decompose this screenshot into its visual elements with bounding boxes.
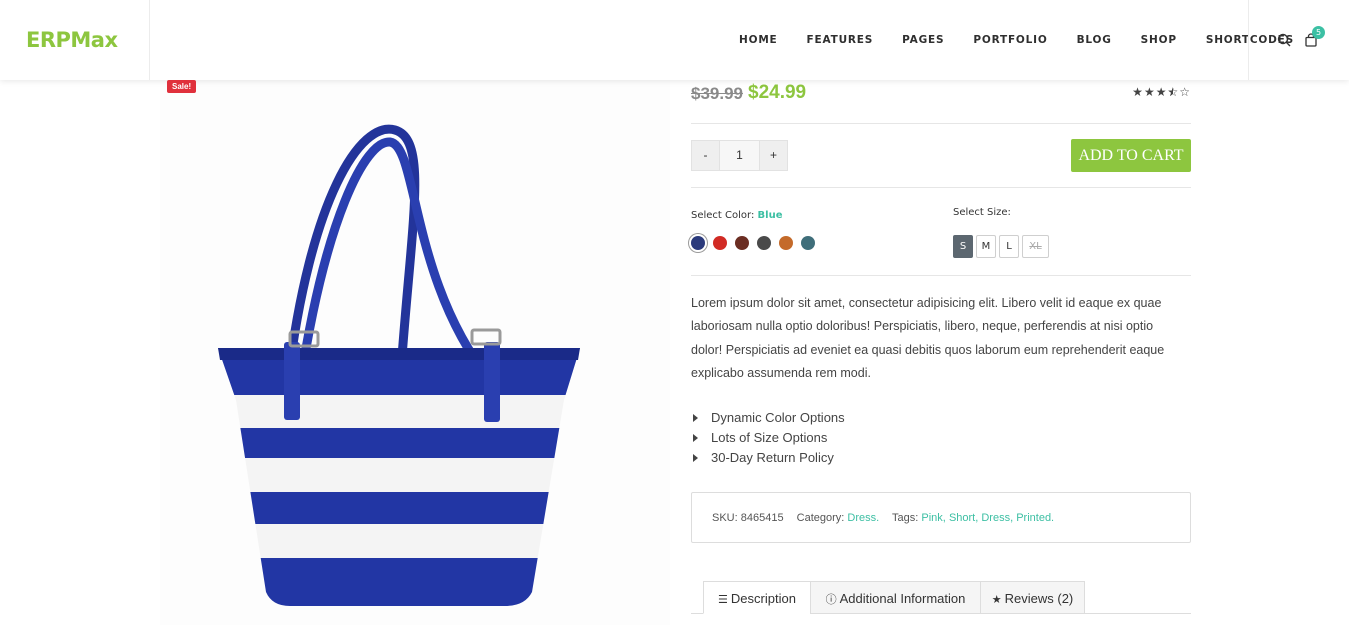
feature-text: 30-Day Return Policy xyxy=(711,450,834,465)
options-row: Select Color: Blue Select Size: S M L XL xyxy=(691,189,1191,276)
size-options: S M L XL xyxy=(953,235,1049,258)
color-swatch-blue[interactable] xyxy=(691,236,705,250)
color-swatch-teal[interactable] xyxy=(801,236,815,250)
old-price: $39.99 xyxy=(691,84,743,103)
price-row: $39.99 $24.99 ★★★☆★☆ xyxy=(691,82,1191,124)
color-swatch-brown[interactable] xyxy=(735,236,749,250)
tag-link-dress[interactable]: Dress, xyxy=(981,512,1013,524)
product-image[interactable] xyxy=(160,80,670,625)
star-icon: ★ xyxy=(1132,85,1144,99)
size-option-s[interactable]: S xyxy=(953,235,973,258)
add-to-cart-button[interactable]: ADD TO CART xyxy=(1071,139,1191,172)
color-swatch-gray[interactable] xyxy=(757,236,771,250)
star-icon: ★ xyxy=(991,594,1002,606)
caret-right-icon xyxy=(693,454,698,462)
tab-label: Reviews (2) xyxy=(1004,591,1074,606)
caret-right-icon xyxy=(693,434,698,442)
nav-item-pages[interactable]: PAGES xyxy=(902,34,944,46)
nav-item-features[interactable]: FEATURES xyxy=(807,34,874,46)
color-label-text: Select Color: xyxy=(691,210,755,221)
size-option-l[interactable]: L xyxy=(999,235,1019,258)
rating-stars: ★★★☆★☆ xyxy=(1132,85,1191,99)
quantity-input[interactable]: 1 xyxy=(720,140,759,171)
color-swatch-orange[interactable] xyxy=(779,236,793,250)
nav-item-home[interactable]: HOME xyxy=(739,34,778,46)
category-link[interactable]: Dress. xyxy=(847,512,879,524)
info-icon: ⓘ xyxy=(825,594,837,606)
search-icon[interactable] xyxy=(1277,33,1291,47)
product-meta-line: SKU: 8465415 Category: Dress. Tags: Pink… xyxy=(712,512,1054,524)
nav-item-portfolio[interactable]: PORTFOLIO xyxy=(973,34,1047,46)
color-label: Select Color: Blue xyxy=(691,210,782,221)
sale-price: $24.99 xyxy=(748,82,807,103)
sku-value: 8465415 xyxy=(740,512,784,524)
list-item: Lots of Size Options xyxy=(693,428,845,448)
star-icon: ★ xyxy=(1143,85,1156,99)
product-description: Lorem ipsum dolor sit amet, consectetur … xyxy=(691,296,1165,380)
caret-right-icon xyxy=(693,414,698,422)
tote-bag-image xyxy=(218,124,580,606)
size-label: Select Size: xyxy=(953,207,1011,218)
cart-count-badge: 5 xyxy=(1312,26,1325,39)
tab-reviews[interactable]: ★ Reviews (2) xyxy=(980,581,1085,614)
product-meta: SKU: 8465415 Category: Dress. Tags: Pink… xyxy=(691,492,1191,543)
list-icon: ☰ xyxy=(718,594,728,606)
tag-link-short[interactable]: Short, xyxy=(949,512,978,524)
tab-label: Description xyxy=(730,591,796,606)
nav-item-shop[interactable]: SHOP xyxy=(1141,34,1177,46)
category-label: Category: xyxy=(796,512,845,524)
sku-label: SKU: xyxy=(712,512,738,524)
tags-label: Tags: xyxy=(892,512,919,524)
logo-container: ERPMax xyxy=(0,0,150,80)
tag-link-printed[interactable]: Printed. xyxy=(1016,512,1054,524)
qty-minus-button[interactable]: - xyxy=(691,140,720,171)
main-nav: HOME FEATURES PAGES PORTFOLIO BLOG SHOP … xyxy=(739,34,1294,46)
sale-badge: Sale! xyxy=(167,80,197,93)
quantity-stepper: - 1 + xyxy=(691,140,788,171)
purchase-row: - 1 + ADD TO CART xyxy=(691,124,1191,188)
star-icon: ★ xyxy=(1155,85,1168,99)
site-header: ERPMax HOME FEATURES PAGES PORTFOLIO BLO… xyxy=(0,0,1349,80)
tag-link-pink[interactable]: Pink, xyxy=(921,512,945,524)
site-logo[interactable]: ERPMax xyxy=(26,28,118,52)
star-empty-icon: ☆ xyxy=(1179,85,1191,99)
qty-plus-button[interactable]: + xyxy=(759,140,788,171)
tab-description[interactable]: ☰ Description xyxy=(703,581,811,614)
size-option-m[interactable]: M xyxy=(976,235,996,258)
product-tabs: ☰ Description ⓘ Additional Information ★ Re… xyxy=(691,580,1191,614)
star-half-icon: ☆★ xyxy=(1167,85,1180,99)
tab-additional-information[interactable]: ⓘ Additional Information xyxy=(810,581,981,614)
tab-label: Additional Information xyxy=(839,591,966,606)
feature-text: Dynamic Color Options xyxy=(711,410,845,425)
header-icons: 5 xyxy=(1248,0,1349,80)
color-swatch-red[interactable] xyxy=(713,236,727,250)
size-option-xl: XL xyxy=(1022,235,1049,258)
feature-list: Dynamic Color Options Lots of Size Optio… xyxy=(693,408,845,468)
list-item: 30-Day Return Policy xyxy=(693,448,845,468)
selected-color-name: Blue xyxy=(757,210,783,221)
list-item: Dynamic Color Options xyxy=(693,408,845,428)
nav-item-blog[interactable]: BLOG xyxy=(1077,34,1112,46)
color-swatches xyxy=(691,236,815,250)
feature-text: Lots of Size Options xyxy=(711,430,828,445)
